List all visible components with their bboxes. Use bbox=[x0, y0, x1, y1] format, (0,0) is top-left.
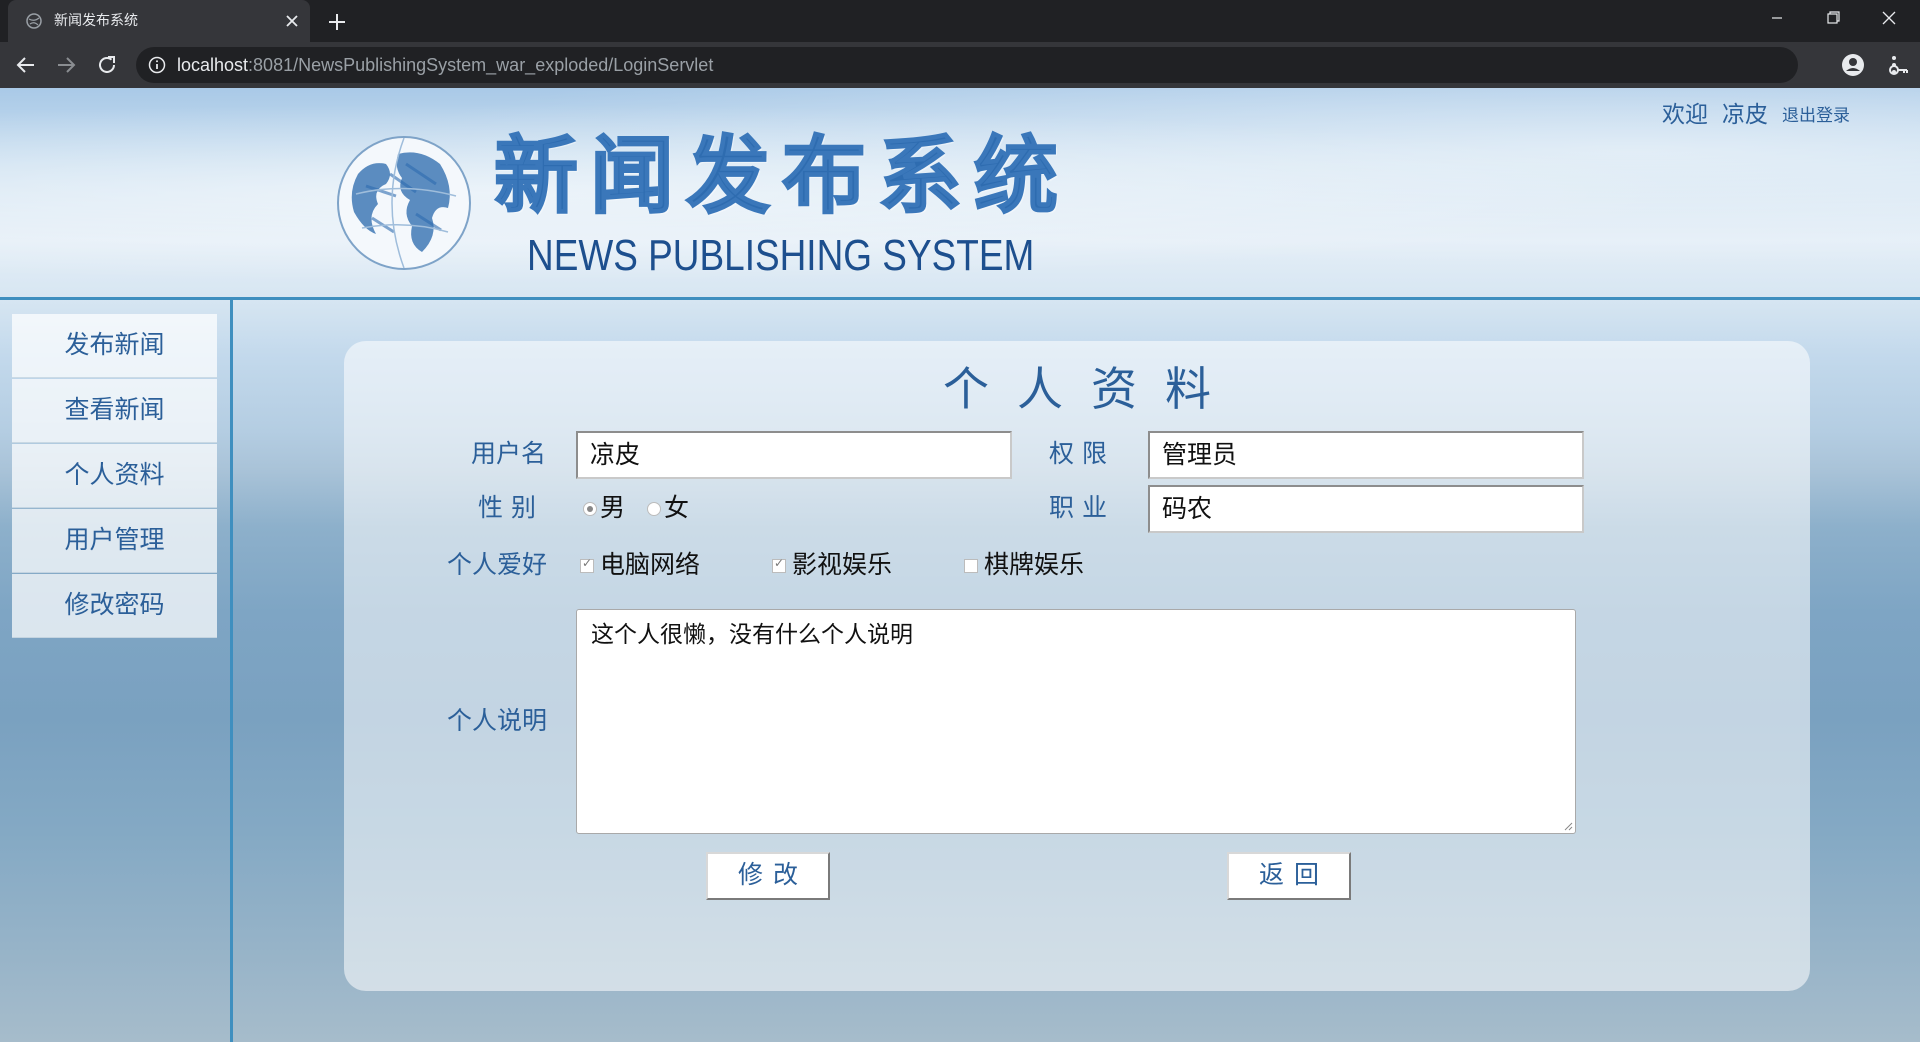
hobby-label: 个人爱好 bbox=[447, 550, 548, 579]
hobby-checkbox-computer[interactable] bbox=[580, 556, 594, 573]
gender-option-male: 男 bbox=[600, 493, 626, 522]
gender-radio-male[interactable] bbox=[583, 502, 597, 516]
restore-window-icon[interactable] bbox=[1810, 0, 1856, 36]
username-field[interactable]: 凉皮 bbox=[576, 431, 1012, 479]
hobby-option-film: 影视娱乐 bbox=[792, 550, 893, 579]
back-arrow-icon[interactable] bbox=[14, 53, 38, 77]
role-field[interactable]: 管理员 bbox=[1148, 431, 1584, 479]
gender-label: 性 别 bbox=[478, 493, 536, 522]
hobby-option-chess: 棋牌娱乐 bbox=[984, 550, 1085, 579]
logo-title-cn: 新闻发布系统 bbox=[493, 126, 1071, 226]
sidebar-item-view-news[interactable]: 查看新闻 bbox=[12, 379, 217, 443]
role-label: 权 限 bbox=[1049, 439, 1107, 468]
description-label: 个人说明 bbox=[447, 706, 548, 735]
sidebar-item-profile[interactable]: 个人资料 bbox=[12, 444, 217, 508]
hobby-checkbox-chess[interactable] bbox=[964, 559, 978, 573]
more-menu-icon[interactable] bbox=[1882, 53, 1906, 77]
url-host: localhost bbox=[177, 55, 249, 75]
current-username: 凉皮 bbox=[1722, 102, 1768, 128]
browser-toolbar: localhost:8081/NewsPublishingSystem_war_… bbox=[0, 42, 1920, 88]
globe-logo-icon bbox=[337, 136, 471, 270]
logout-link[interactable]: 退出登录 bbox=[1782, 104, 1850, 128]
page-title: 个人资料 bbox=[943, 362, 1239, 416]
welcome-text: 欢迎 凉皮 bbox=[1662, 100, 1768, 130]
modify-button[interactable]: 修改 bbox=[706, 852, 830, 900]
globe-icon bbox=[26, 13, 42, 29]
username-label: 用户名 bbox=[471, 439, 547, 468]
sidebar-divider bbox=[230, 300, 233, 1042]
welcome-label: 欢迎 bbox=[1662, 102, 1708, 128]
gender-option-female: 女 bbox=[664, 493, 690, 522]
logo-title-en: NEWS PUBLISHING SYSTEM bbox=[527, 231, 1035, 280]
account-icon[interactable] bbox=[1840, 52, 1866, 78]
url-text: localhost:8081/NewsPublishingSystem_war_… bbox=[177, 54, 713, 76]
site-info-icon[interactable] bbox=[148, 56, 166, 74]
profile-panel: 个人资料 用户名 凉皮 权 限 管理员 性 别 男 女 职 业 码农 个人爱好 … bbox=[344, 341, 1810, 991]
job-label: 职 业 bbox=[1049, 493, 1107, 522]
reload-icon[interactable] bbox=[95, 53, 119, 77]
header-divider bbox=[0, 297, 1920, 300]
new-tab-plus-icon[interactable] bbox=[325, 10, 349, 34]
minimize-window-icon[interactable] bbox=[1754, 0, 1800, 36]
url-path: :8081/NewsPublishingSystem_war_exploded/… bbox=[248, 55, 714, 75]
hobby-checkbox-film[interactable] bbox=[772, 556, 786, 573]
close-tab-icon[interactable] bbox=[282, 11, 302, 31]
page-content: 新闻发布系统 NEWS PUBLISHING SYSTEM 欢迎 凉皮 退出登录 … bbox=[0, 88, 1920, 1042]
sidebar-item-change-password[interactable]: 修改密码 bbox=[12, 574, 217, 638]
resize-grip-icon[interactable] bbox=[1563, 821, 1573, 831]
address-bar[interactable]: localhost:8081/NewsPublishingSystem_war_… bbox=[136, 47, 1908, 83]
close-window-icon[interactable] bbox=[1866, 0, 1912, 36]
gender-radio-female[interactable] bbox=[647, 502, 661, 516]
browser-tab[interactable]: 新闻发布系统 bbox=[8, 0, 310, 42]
hobby-option-computer: 电脑网络 bbox=[600, 550, 701, 579]
back-button[interactable]: 返回 bbox=[1227, 852, 1351, 900]
job-field[interactable]: 码农 bbox=[1148, 485, 1584, 533]
sidebar-menu: 发布新闻 查看新闻 个人资料 用户管理 修改密码 bbox=[12, 314, 217, 639]
browser-tab-bar: 新闻发布系统 bbox=[0, 0, 1920, 42]
forward-arrow-icon[interactable] bbox=[54, 53, 78, 77]
description-textarea[interactable]: 这个人很懒，没有什么个人说明 bbox=[576, 609, 1576, 834]
tab-title: 新闻发布系统 bbox=[54, 13, 138, 29]
description-text: 这个人很懒，没有什么个人说明 bbox=[591, 622, 913, 648]
sidebar-item-publish-news[interactable]: 发布新闻 bbox=[12, 314, 217, 378]
sidebar-item-user-management[interactable]: 用户管理 bbox=[12, 509, 217, 573]
